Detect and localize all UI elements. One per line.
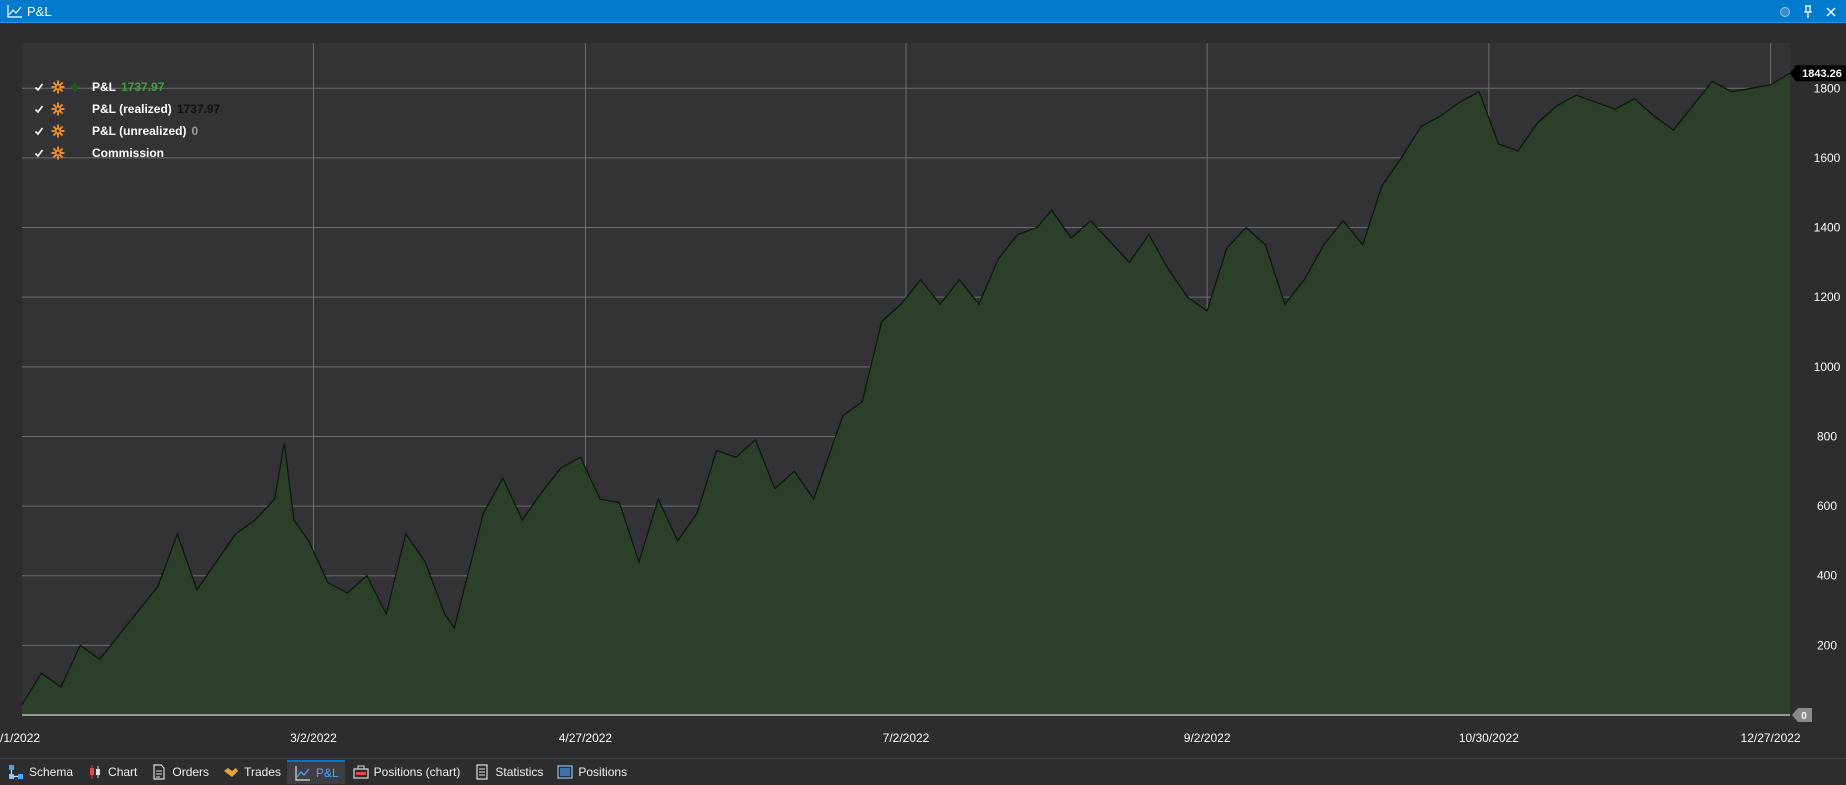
x-tick-label: 7/2/2022 <box>883 731 930 745</box>
legend-item: P&L (unrealized) 0 <box>32 120 220 142</box>
legend-item: P&L (realized) 1737.97 <box>32 98 220 120</box>
legend-item: Commission <box>32 142 220 164</box>
legend-item-value: 1737.97 <box>121 80 165 94</box>
legend-item-name: P&L (unrealized) <box>92 124 187 138</box>
pnl-chart[interactable]: 200 400 600 800 1000 1200 1400 1600 1800/1/2022 3… <box>0 23 1846 758</box>
pnl-icon <box>295 765 311 781</box>
x-tick-label: /1/2022 <box>0 731 40 745</box>
positions-icon <box>557 764 573 780</box>
orders-icon <box>151 764 167 780</box>
positions-chart-icon <box>353 764 369 780</box>
window-title: P&L <box>27 3 52 19</box>
x-tick-label: 9/2/2022 <box>1184 731 1231 745</box>
tab-label: Positions <box>578 765 628 779</box>
series-color-icon[interactable] <box>68 80 82 94</box>
checkmark-icon[interactable] <box>32 80 46 94</box>
y-tick-label: 1000 <box>1814 360 1841 374</box>
tab-orders[interactable]: Orders <box>143 760 215 784</box>
x-tick-label: 4/27/2022 <box>559 731 613 745</box>
checkmark-icon[interactable] <box>32 124 46 138</box>
pnl-icon <box>7 4 23 18</box>
gear-icon[interactable] <box>50 79 66 95</box>
checkmark-icon[interactable] <box>32 102 46 116</box>
legend-item-name: P&L <box>92 80 116 94</box>
tab-positions-chart[interactable]: Positions (chart) <box>345 760 467 784</box>
tab-label: Statistics <box>495 765 544 779</box>
tab-label: Chart <box>108 765 138 779</box>
y-tick-label: 1200 <box>1814 290 1841 304</box>
legend-item: P&L 1737.97 <box>32 76 220 98</box>
zero-value-label: 0 <box>1801 711 1807 722</box>
tab-label: Positions (chart) <box>373 765 461 779</box>
window-buttons <box>1778 0 1838 23</box>
tab-chart[interactable]: Chart <box>79 760 143 784</box>
legend-item-value: 0 <box>191 124 199 138</box>
x-tick-label: 10/30/2022 <box>1459 731 1519 745</box>
pin-icon[interactable] <box>1801 4 1815 19</box>
tab-schema[interactable]: Schema <box>0 760 79 784</box>
y-tick-label: 1600 <box>1814 151 1841 165</box>
tab-p-l[interactable]: P&L <box>286 760 345 784</box>
tab-label: Orders <box>172 765 210 779</box>
y-tick-label: 400 <box>1817 569 1837 583</box>
y-tick-label: 800 <box>1817 429 1837 443</box>
gear-icon[interactable] <box>50 123 66 139</box>
statistics-icon <box>474 764 490 780</box>
y-tick-label: 1400 <box>1814 221 1841 235</box>
tab-trades[interactable]: Trades <box>215 760 287 784</box>
gear-icon[interactable] <box>50 145 66 161</box>
y-tick-label: 200 <box>1817 638 1837 652</box>
window-title-bar: P&L <box>0 0 1846 23</box>
tab-statistics[interactable]: Statistics <box>466 760 549 784</box>
legend-item-name: Commission <box>92 146 165 160</box>
x-tick-label: 3/2/2022 <box>290 731 337 745</box>
chart-legend: P&L 1737.97 P&L (realized) 1737.97 P&L (unre… <box>32 76 220 164</box>
legend-item-value: 1737.97 <box>176 102 221 116</box>
tab-positions[interactable]: Positions <box>549 760 633 784</box>
last-value-label: 1843.26 <box>1802 68 1842 80</box>
handshake-icon <box>223 764 239 780</box>
legend-item-name: P&L (realized) <box>92 102 172 116</box>
y-tick-label: 600 <box>1817 499 1837 513</box>
x-tick-label: 12/27/2022 <box>1741 731 1801 745</box>
window-menu-icon[interactable] <box>1778 5 1792 19</box>
schema-icon <box>8 764 24 780</box>
tab-label: Schema <box>29 765 74 779</box>
candles-icon <box>87 764 103 780</box>
bottom-tab-bar: Schema Chart Orders Trades P&L Positions (cha… <box>0 758 1846 785</box>
gear-icon[interactable] <box>50 101 66 117</box>
close-icon[interactable] <box>1824 5 1838 19</box>
y-tick-label: 1800 <box>1814 81 1841 95</box>
tab-label: Trades <box>244 765 281 779</box>
tab-label: P&L <box>315 766 339 780</box>
checkmark-icon[interactable] <box>32 146 46 160</box>
pnl-chart-panel: 200 400 600 800 1000 1200 1400 1600 1800/1/2022 3… <box>0 23 1846 758</box>
